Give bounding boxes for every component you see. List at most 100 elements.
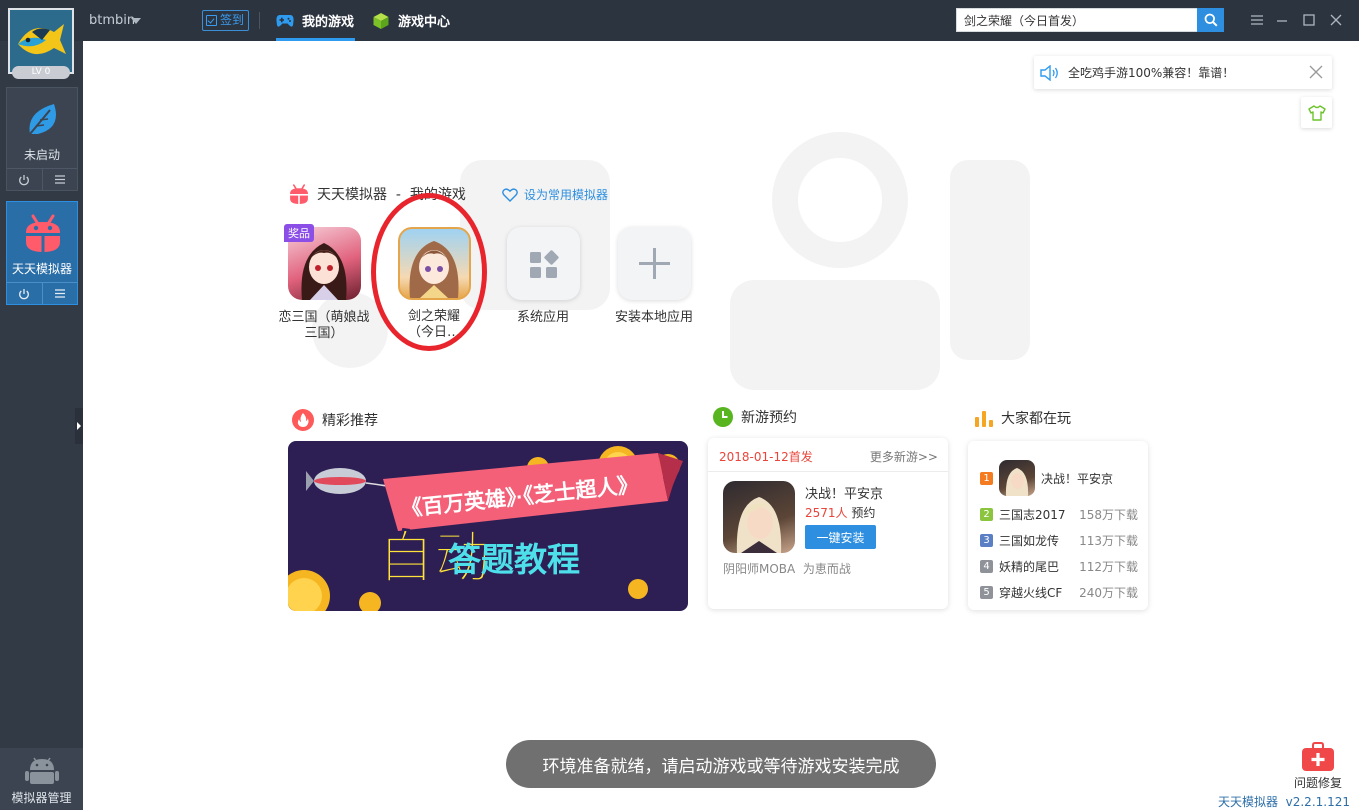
game-item[interactable]: 恋三国（萌娘战三国）: [274, 227, 374, 342]
featured-banner[interactable]: 自动 答题教程 《百万英雄》·《芝士超人》: [288, 441, 688, 611]
instance-controls: [7, 168, 77, 190]
download-count: 113万下载: [1079, 533, 1138, 548]
search-icon: [1204, 13, 1218, 27]
menu-button[interactable]: [1248, 11, 1266, 29]
game-label: 安装本地应用: [614, 310, 693, 325]
tab-label: 游戏中心: [398, 15, 451, 30]
recommend-header: 精彩推荐: [291, 408, 378, 432]
rank-badge: 1: [980, 471, 993, 485]
recommend-title: 精彩推荐: [322, 413, 378, 429]
list-item[interactable]: 3 三国如龙传 113万下载: [980, 530, 1138, 550]
bar-chart-icon: [975, 411, 993, 427]
game-label: 系统应用: [516, 310, 569, 325]
divider: [259, 12, 260, 29]
checkin-button[interactable]: 签到: [202, 10, 250, 31]
minimize-icon: [1277, 20, 1287, 22]
preorder-game-name[interactable]: 决战！平安京: [805, 483, 883, 502]
leaf-icon: [29, 104, 56, 135]
apps-grid-icon: [529, 250, 559, 278]
instance-menu-button[interactable]: [41, 169, 78, 190]
game-character-icon: [1005, 468, 1029, 496]
repair-button[interactable]: 问题修复: [1290, 742, 1346, 791]
tab-game-center[interactable]: 游戏中心: [372, 0, 450, 41]
collapse-sidebar-button[interactable]: [75, 408, 83, 444]
checkin-label: 签到: [220, 13, 245, 27]
tiantian-logo-icon: [290, 184, 308, 204]
game-item[interactable]: 安装本地应用: [604, 227, 704, 326]
instance-name: 未启动: [23, 148, 60, 162]
release-date: 2018-01-12首发: [719, 450, 813, 464]
hamburger-icon: [1251, 15, 1263, 25]
sidebar: 未启动 天天模拟器 模拟器管理: [0, 41, 83, 810]
emulator-manager-button[interactable]: 模拟器管理: [0, 748, 83, 810]
download-count: 112万下载: [1079, 559, 1138, 574]
install-local-app-icon[interactable]: [617, 227, 691, 300]
notice-text: 全吃鸡手游100%兼容！靠谱！: [1068, 66, 1235, 80]
title-bar: btmbin 签到 我的游戏 游戏中心: [0, 0, 1359, 41]
gamepad-icon: [276, 14, 294, 27]
close-icon[interactable]: [1308, 64, 1324, 80]
popular-card: 1 决战！平安京 2 三国志2017 158万下载 3 三国如龙传 113万下载…: [968, 441, 1148, 610]
prize-badge: 奖品: [284, 224, 314, 242]
close-button[interactable]: [1327, 11, 1345, 29]
list-item[interactable]: 1 决战！平安京: [980, 460, 1138, 496]
power-icon: [19, 174, 30, 185]
more-new-games-link[interactable]: 更多新游>>: [870, 448, 938, 465]
preorder-count: 2571人 预约: [805, 504, 875, 521]
tab-label: 我的游戏: [302, 15, 355, 30]
download-count: 240万下载: [1079, 585, 1138, 600]
manager-label: 模拟器管理: [11, 791, 72, 805]
rank-badge: 5: [980, 585, 993, 599]
game-name: 三国如龙传: [999, 533, 1060, 548]
list-item[interactable]: 4 妖精的尾巴 112万下载: [980, 556, 1138, 576]
notice-bar: 全吃鸡手游100%兼容！靠谱！: [1034, 56, 1332, 89]
one-click-install-button[interactable]: 一键安装: [805, 525, 876, 549]
skin-button[interactable]: [1301, 97, 1332, 128]
rank-badge: 4: [980, 559, 993, 573]
popular-header: 大家都在玩: [974, 408, 1071, 428]
avatar[interactable]: [8, 8, 74, 74]
active-tab-indicator: [276, 38, 355, 41]
system-apps-icon[interactable]: [506, 227, 580, 300]
close-icon: [1330, 14, 1342, 26]
level-badge: LV 0: [12, 66, 70, 79]
preorder-header: 新游预约: [712, 406, 797, 428]
instance-controls: [7, 282, 77, 304]
hamburger-icon: [54, 175, 65, 184]
download-count: 158万下载: [1079, 507, 1138, 522]
rank-badge: 2: [980, 507, 993, 521]
list-item[interactable]: 5 穿越火线CF 240万下载: [980, 582, 1138, 602]
speaker-icon: [1040, 64, 1058, 81]
minimize-button[interactable]: [1273, 11, 1291, 29]
hamburger-icon: [54, 289, 65, 298]
instance-menu-button[interactable]: [41, 283, 78, 304]
game-item[interactable]: 系统应用: [493, 227, 593, 326]
first-aid-kit-icon: [1302, 742, 1334, 771]
instance-name: 天天模拟器: [11, 262, 72, 276]
power-button[interactable]: [7, 283, 42, 304]
banner-art: 自动 答题教程 《百万英雄》·《芝士超人》: [288, 446, 683, 611]
list-item[interactable]: 2 三国志2017 158万下载: [980, 504, 1138, 524]
version-label: 天天模拟器 v2.2.1.121: [1218, 795, 1350, 809]
status-toast: 环境准备就绪，请启动游戏或等待游戏安装完成: [506, 740, 936, 788]
preorder-description: 阴阳师MOBA 为恵而战: [723, 562, 851, 576]
chevron-down-icon[interactable]: [131, 18, 141, 24]
power-icon: [19, 288, 30, 299]
instance-card-inactive[interactable]: 未启动: [6, 87, 78, 191]
power-button[interactable]: [7, 169, 42, 190]
game-name: 三国志2017: [999, 507, 1066, 522]
tab-my-games[interactable]: 我的游戏: [276, 0, 354, 41]
instance-card-active[interactable]: 天天模拟器: [6, 201, 78, 305]
search-button[interactable]: [1197, 8, 1224, 32]
username[interactable]: btmbin: [89, 13, 135, 28]
cube-icon: [373, 12, 389, 29]
search-input[interactable]: [956, 8, 1197, 32]
game-name: 穿越火线CF: [999, 585, 1063, 600]
banner-sub-text: 答题教程: [448, 541, 580, 578]
set-favorite-link[interactable]: 设为常用模拟器: [502, 186, 608, 203]
preorder-game-icon[interactable]: [723, 481, 795, 553]
maximize-button[interactable]: [1300, 11, 1318, 29]
plus-icon: [638, 248, 670, 279]
preorder-card: 2018-01-12首发 更多新游>> 决战！平安京 2571人 预约 一键安装…: [708, 438, 948, 609]
preorder-count-suffix: 预约: [851, 506, 876, 520]
